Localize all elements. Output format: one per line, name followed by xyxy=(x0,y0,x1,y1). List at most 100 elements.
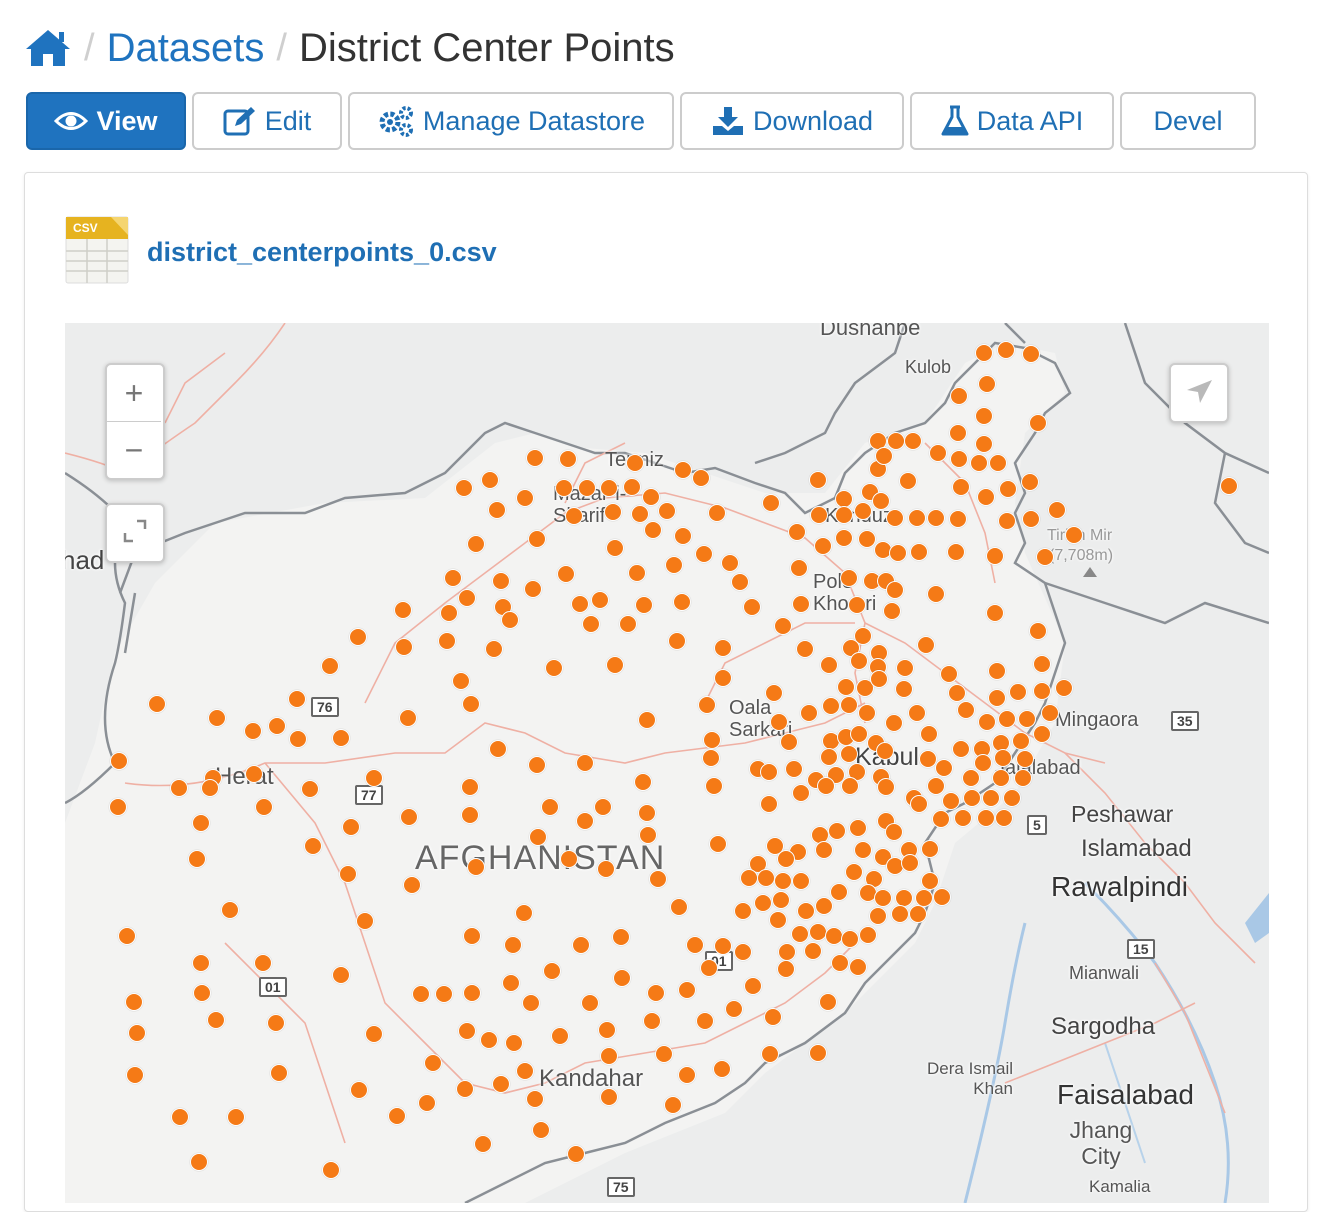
map-marker[interactable] xyxy=(883,602,901,620)
map-marker[interactable] xyxy=(714,937,732,955)
map-marker[interactable] xyxy=(474,1135,492,1153)
map-marker[interactable] xyxy=(785,760,803,778)
map-marker[interactable] xyxy=(910,543,928,561)
map-marker[interactable] xyxy=(658,502,676,520)
map-marker[interactable] xyxy=(774,872,792,890)
map-marker[interactable] xyxy=(288,690,306,708)
map-marker[interactable] xyxy=(703,731,721,749)
map-marker[interactable] xyxy=(1048,501,1066,519)
map-marker[interactable] xyxy=(581,994,599,1012)
map-marker[interactable] xyxy=(754,894,772,912)
map-marker[interactable] xyxy=(921,872,939,890)
map-marker[interactable] xyxy=(647,984,665,1002)
map-marker[interactable] xyxy=(725,1000,743,1018)
map-marker[interactable] xyxy=(480,1031,498,1049)
map-marker[interactable] xyxy=(917,636,935,654)
map-marker[interactable] xyxy=(796,640,814,658)
map-marker[interactable] xyxy=(502,974,520,992)
map-marker[interactable] xyxy=(952,478,970,496)
map-marker[interactable] xyxy=(399,709,417,727)
map-marker[interactable] xyxy=(700,959,718,977)
map-marker[interactable] xyxy=(764,1008,782,1026)
map-marker[interactable] xyxy=(901,854,919,872)
map-marker[interactable] xyxy=(869,907,887,925)
map-marker[interactable] xyxy=(655,1045,673,1063)
map-marker[interactable] xyxy=(148,695,166,713)
map-marker[interactable] xyxy=(613,969,631,987)
map-marker[interactable] xyxy=(1033,682,1051,700)
map-marker[interactable] xyxy=(600,1088,618,1106)
map-marker[interactable] xyxy=(582,615,600,633)
map-marker[interactable] xyxy=(817,777,835,795)
map-marker[interactable] xyxy=(770,713,788,731)
map-marker[interactable] xyxy=(492,1075,510,1093)
map-marker[interactable] xyxy=(365,1025,383,1043)
map-marker[interactable] xyxy=(576,754,594,772)
map-marker[interactable] xyxy=(606,656,624,674)
map-marker[interactable] xyxy=(591,591,609,609)
map-marker[interactable] xyxy=(929,444,947,462)
map-marker[interactable] xyxy=(974,754,992,772)
map-marker[interactable] xyxy=(809,471,827,489)
map-marker[interactable] xyxy=(986,547,1004,565)
map-marker[interactable] xyxy=(714,639,732,657)
map-marker[interactable] xyxy=(1220,477,1238,495)
map-marker[interactable] xyxy=(638,804,656,822)
map-marker[interactable] xyxy=(522,994,540,1012)
map-marker[interactable] xyxy=(743,598,761,616)
map-marker[interactable] xyxy=(908,509,926,527)
map-marker[interactable] xyxy=(837,678,855,696)
map-marker[interactable] xyxy=(559,450,577,468)
map-marker[interactable] xyxy=(831,954,849,972)
map-marker[interactable] xyxy=(765,684,783,702)
download-button[interactable]: Download xyxy=(680,92,904,150)
map-marker[interactable] xyxy=(790,559,808,577)
map-marker[interactable] xyxy=(875,447,893,465)
map-marker[interactable] xyxy=(940,665,958,683)
map-marker[interactable] xyxy=(986,604,1004,622)
map-marker[interactable] xyxy=(560,850,578,868)
map-marker[interactable] xyxy=(543,962,561,980)
map-marker[interactable] xyxy=(921,840,939,858)
devel-button[interactable]: Devel xyxy=(1120,92,1256,150)
map-marker[interactable] xyxy=(714,669,732,687)
map-marker[interactable] xyxy=(1016,750,1034,768)
map-marker[interactable] xyxy=(435,985,453,1003)
map-marker[interactable] xyxy=(721,554,739,572)
map-marker[interactable] xyxy=(245,765,263,783)
map-marker[interactable] xyxy=(988,662,1006,680)
map-marker[interactable] xyxy=(982,789,1000,807)
map-marker[interactable] xyxy=(528,756,546,774)
map-marker[interactable] xyxy=(110,752,128,770)
map-marker[interactable] xyxy=(524,580,542,598)
map-marker[interactable] xyxy=(462,695,480,713)
map-marker[interactable] xyxy=(665,556,683,574)
map-marker[interactable] xyxy=(193,984,211,1002)
map-marker[interactable] xyxy=(207,1011,225,1029)
map-marker[interactable] xyxy=(321,657,339,675)
map-marker[interactable] xyxy=(594,798,612,816)
map-marker[interactable] xyxy=(1022,510,1040,528)
map-marker[interactable] xyxy=(819,993,837,1011)
map-marker[interactable] xyxy=(467,858,485,876)
map-marker[interactable] xyxy=(628,564,646,582)
map-marker[interactable] xyxy=(1012,732,1030,750)
map-marker[interactable] xyxy=(822,697,840,715)
map-marker[interactable] xyxy=(1021,473,1039,491)
map-marker[interactable] xyxy=(612,928,630,946)
map-marker[interactable] xyxy=(1003,789,1021,807)
map-marker[interactable] xyxy=(463,927,481,945)
map-marker[interactable] xyxy=(777,850,795,868)
map-marker[interactable] xyxy=(350,1081,368,1099)
map-marker[interactable] xyxy=(975,344,993,362)
map-marker[interactable] xyxy=(1022,345,1040,363)
map-marker[interactable] xyxy=(885,823,903,841)
map-marker[interactable] xyxy=(674,461,692,479)
map-marker[interactable] xyxy=(578,479,596,497)
map-marker[interactable] xyxy=(891,905,909,923)
map-marker[interactable] xyxy=(774,617,792,635)
breadcrumb-datasets-link[interactable]: Datasets xyxy=(107,28,265,68)
map-marker[interactable] xyxy=(526,1090,544,1108)
map-marker[interactable] xyxy=(489,740,507,758)
map-marker[interactable] xyxy=(692,469,710,487)
